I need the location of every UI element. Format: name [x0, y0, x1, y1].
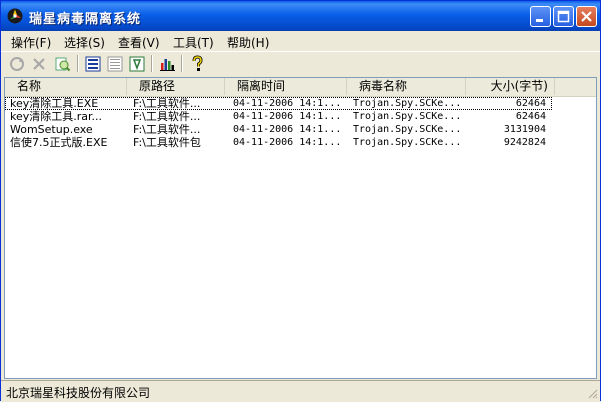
- quarantine-list[interactable]: 名称 原路径 隔离时间 病毒名称 大小(字节) key清除工具.EXE F:\工…: [4, 77, 597, 379]
- cell-name: 信使7.5正式版.EXE: [10, 136, 108, 149]
- cell-path: F:\工具软件...: [133, 123, 201, 136]
- cell-time: 04-11-2006 14:1...: [233, 124, 342, 135]
- table-row[interactable]: WomSetup.exe F:\工具软件... 04-11-2006 14:1.…: [5, 123, 596, 136]
- cell-time: 04-11-2006 14:1...: [233, 98, 342, 109]
- restore-button[interactable]: [7, 54, 27, 74]
- minimize-button[interactable]: [530, 6, 551, 27]
- cell-virus: Trojan.Spy.SCKe...: [353, 111, 462, 122]
- column-header-size[interactable]: 大小(字节): [466, 78, 555, 95]
- statistics-button[interactable]: [157, 54, 177, 74]
- cell-path: F:\工具软件包: [133, 136, 201, 149]
- table-row[interactable]: key清除工具.rar... F:\工具软件... 04-11-2006 14:…: [5, 110, 596, 123]
- cell-time: 04-11-2006 14:1...: [233, 137, 342, 148]
- window-title: 瑞星病毒隔离系统: [29, 12, 142, 27]
- cell-path: F:\工具软件...: [133, 110, 201, 123]
- delete-button[interactable]: [29, 54, 49, 74]
- close-icon: [581, 11, 592, 22]
- cell-size: 9242824: [503, 137, 546, 148]
- menu-view[interactable]: 查看(V): [118, 34, 160, 51]
- cell-time: 04-11-2006 14:1...: [233, 111, 342, 122]
- cell-size: 3131904: [503, 124, 546, 135]
- help-button[interactable]: [187, 54, 207, 74]
- large-icons-icon: [85, 56, 101, 72]
- column-header-name[interactable]: 名称: [5, 78, 127, 95]
- cell-virus: Trojan.Spy.SCKe...: [353, 98, 462, 109]
- status-bar: 北京瑞星科技股份有限公司: [1, 380, 600, 401]
- statistics-icon: [160, 59, 175, 71]
- delete-icon: [33, 58, 45, 70]
- cell-size: 62464: [515, 98, 546, 109]
- list-view-icon: [107, 56, 123, 72]
- menu-help[interactable]: 帮助(H): [227, 34, 269, 51]
- help-icon: [192, 55, 203, 71]
- cell-name: key清除工具.rar...: [10, 110, 103, 123]
- title-bar[interactable]: 瑞星病毒隔离系统: [1, 1, 600, 31]
- scan-button[interactable]: [52, 54, 72, 74]
- details-view-button[interactable]: [127, 54, 147, 74]
- toolbar-separator: [77, 55, 79, 72]
- table-row[interactable]: key清除工具.EXE F:\工具软件... 04-11-2006 14:1..…: [5, 97, 552, 110]
- rising-logo-icon: [7, 8, 23, 24]
- menu-bar: 操作(F) 选择(S) 查看(V) 工具(T) 帮助(H): [1, 31, 600, 51]
- toolbar: [1, 51, 600, 76]
- cell-name: key清除工具.EXE: [10, 97, 99, 110]
- toolbar-separator: [181, 55, 183, 72]
- table-row[interactable]: 信使7.5正式版.EXE F:\工具软件包 04-11-2006 14:1...…: [5, 136, 596, 149]
- column-header-time[interactable]: 隔离时间: [225, 78, 347, 95]
- minimize-icon: [536, 19, 543, 22]
- scan-icon: [55, 57, 71, 72]
- list-view-button[interactable]: [105, 54, 125, 74]
- menu-tools[interactable]: 工具(T): [173, 34, 214, 51]
- menu-select[interactable]: 选择(S): [64, 34, 105, 51]
- cell-virus: Trojan.Spy.SCKe...: [353, 124, 462, 135]
- toolbar-separator: [151, 55, 153, 72]
- maximize-icon: [557, 10, 570, 23]
- column-header-path[interactable]: 原路径: [127, 78, 225, 95]
- close-button[interactable]: [576, 6, 597, 27]
- cell-name: WomSetup.exe: [10, 123, 93, 136]
- status-text: 北京瑞星科技股份有限公司: [6, 386, 151, 400]
- maximize-button[interactable]: [553, 6, 574, 27]
- large-icons-button[interactable]: [83, 54, 103, 74]
- restore-icon: [10, 57, 24, 71]
- details-view-icon: [129, 56, 145, 72]
- application-window: 瑞星病毒隔离系统 操作(F) 选择(S) 查看(V) 工具(T) 帮助(H) 名…: [0, 0, 601, 401]
- resize-grip-icon[interactable]: [586, 387, 598, 399]
- column-header-virus[interactable]: 病毒名称: [347, 78, 466, 95]
- cell-size: 62464: [515, 111, 546, 122]
- list-header: 名称 原路径 隔离时间 病毒名称 大小(字节): [5, 78, 596, 97]
- cell-virus: Trojan.Spy.SCKe...: [353, 137, 462, 148]
- cell-path: F:\工具软件...: [133, 97, 201, 110]
- menu-operation[interactable]: 操作(F): [11, 34, 51, 51]
